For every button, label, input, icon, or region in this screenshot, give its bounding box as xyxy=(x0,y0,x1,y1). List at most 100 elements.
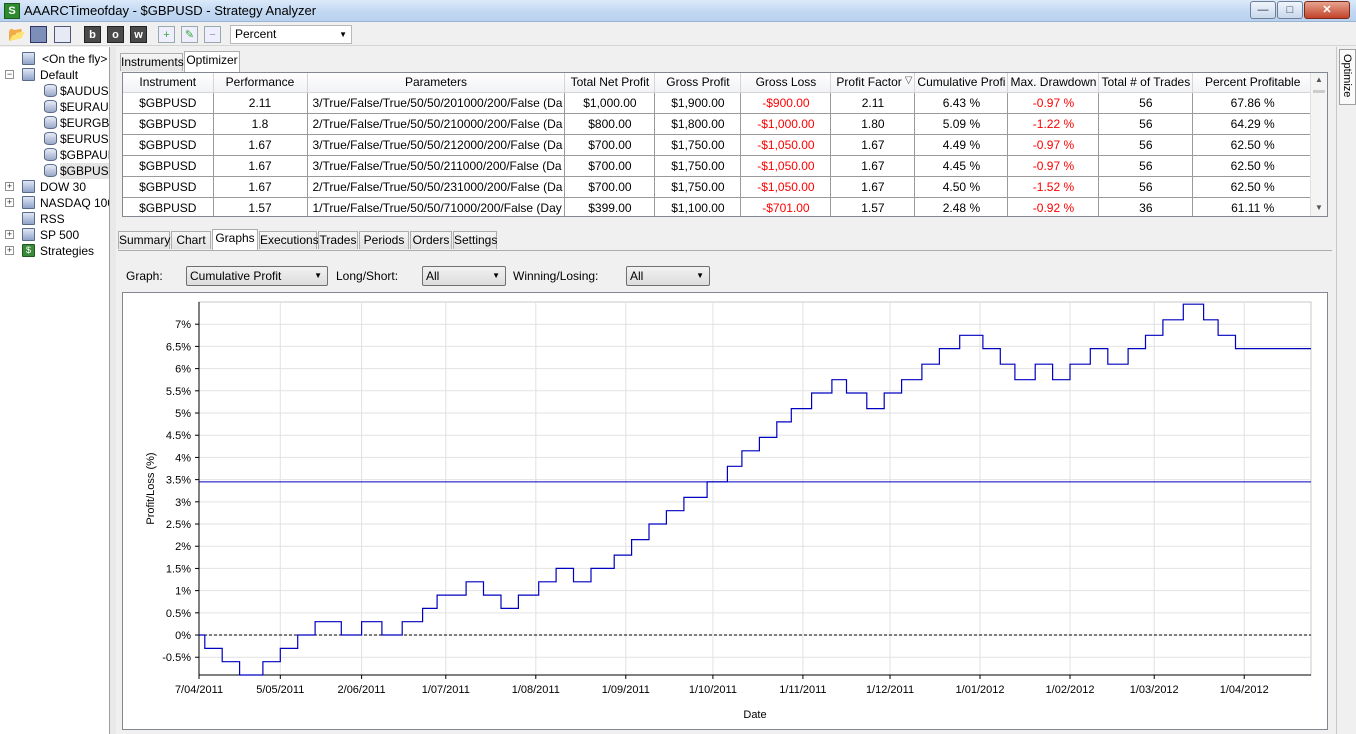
tab-periods[interactable]: Periods xyxy=(359,231,409,249)
view-mode-select[interactable]: Percent ▼ xyxy=(230,25,352,44)
x-tick-label: 2/06/2011 xyxy=(338,684,386,696)
x-tick-label: 1/09/2011 xyxy=(602,684,650,696)
table-cell: 1.57 xyxy=(213,197,308,216)
database-icon xyxy=(44,164,57,177)
table-row[interactable]: $GBPUSD 1.67 3/True/False/True/50/50/21200… xyxy=(123,134,1314,156)
view-mode-value: Percent xyxy=(235,27,277,41)
toolbar-o-button[interactable]: o xyxy=(107,26,124,43)
y-tick-label: -0.5% xyxy=(162,652,191,664)
column-header[interactable]: Profit Factor ▽ xyxy=(830,73,916,93)
table-row[interactable]: $GBPUSD 1.8 2/True/False/True/50/50/210000… xyxy=(123,113,1314,135)
expand-icon[interactable]: + xyxy=(5,230,14,239)
table-cell: 4.50 % xyxy=(914,176,1009,198)
column-header[interactable]: Cumulative Profi xyxy=(914,73,1009,93)
column-header[interactable]: Parameters xyxy=(307,73,566,93)
graph-select[interactable]: Cumulative Profit ▼ xyxy=(186,266,328,286)
column-header[interactable]: Performance xyxy=(213,73,308,93)
column-header[interactable]: Max. Drawdown xyxy=(1007,73,1100,93)
table-cell: 3/True/False/True/50/50/212000/200/False… xyxy=(307,134,566,156)
table-cell: $399.00 xyxy=(564,197,656,216)
column-header[interactable]: Total Net Profit xyxy=(564,73,656,93)
tab-summary[interactable]: Summary xyxy=(118,231,170,249)
tab-graphs[interactable]: Graphs xyxy=(212,229,258,250)
tab-executions[interactable]: Executions xyxy=(259,231,319,249)
table-cell: 1.8 xyxy=(213,113,308,135)
tab-orders[interactable]: Orders xyxy=(410,231,452,249)
y-axis-label: Profit/Loss (%) xyxy=(145,452,157,524)
tab-chart[interactable]: Chart xyxy=(171,231,211,249)
table-cell: -0.97 % xyxy=(1007,155,1100,177)
winlose-value: All xyxy=(630,269,644,283)
tree-item[interactable]: $EURAUD xyxy=(0,99,109,115)
tree-item-label: $EURUSD xyxy=(60,132,109,146)
longshort-select[interactable]: All ▼ xyxy=(422,266,506,286)
database-icon xyxy=(44,148,57,161)
tab-trades[interactable]: Trades xyxy=(318,231,358,249)
toolbar-w-button[interactable]: w xyxy=(130,26,147,43)
column-header[interactable]: Percent Profitable xyxy=(1192,73,1314,93)
tab-settings[interactable]: Settings xyxy=(453,231,497,249)
optimize-side-tab[interactable]: Optimize xyxy=(1339,49,1356,105)
tree-item[interactable]: $AUDUSD xyxy=(0,83,109,99)
add-icon[interactable]: + xyxy=(158,26,175,43)
tree-item[interactable]: $GBPUSD xyxy=(0,163,109,179)
table-cell: 56 xyxy=(1098,92,1194,114)
table-cell: $1,900.00 xyxy=(654,92,742,114)
chart-svg: -0.5% 0% 0.5% 1% 1.5% 2% 2.5% 3% 3.5% 4% 4.5% 5% 5.5… xyxy=(145,301,1312,721)
collapse-icon[interactable]: − xyxy=(5,70,14,79)
x-tick-label: 1/07/2011 xyxy=(422,684,470,696)
edit-icon[interactable]: ✎ xyxy=(181,26,198,43)
table-row[interactable]: $GBPUSD 2.11 3/True/False/True/50/50/20100… xyxy=(123,92,1314,114)
expand-icon[interactable]: + xyxy=(5,182,14,191)
tab-instruments[interactable]: Instruments xyxy=(120,53,184,71)
column-header-label: Instrument xyxy=(139,75,197,90)
table-row[interactable]: $GBPUSD 1.67 3/True/False/True/50/50/21100… xyxy=(123,155,1314,177)
table-cell: 2/True/False/True/50/50/210000/200/False… xyxy=(307,113,566,135)
remove-icon[interactable]: − xyxy=(204,26,221,43)
tree-item[interactable]: <On the fly> xyxy=(0,51,109,67)
tree-item-label: NASDAQ 100 xyxy=(40,196,110,210)
table-cell: $800.00 xyxy=(564,113,656,135)
column-header[interactable]: Total # of Trades xyxy=(1098,73,1194,93)
scroll-up-icon[interactable]: ▲ xyxy=(1315,75,1323,84)
table-cell: $1,750.00 xyxy=(654,134,742,156)
strategy-icon: $ xyxy=(22,244,35,257)
x-tick-label: 1/11/2011 xyxy=(779,684,826,696)
column-header[interactable]: Instrument xyxy=(123,73,214,93)
tree-item[interactable]: + DOW 30 xyxy=(0,179,109,195)
grid-scrollbar[interactable]: ▲ ▼ xyxy=(1310,73,1327,216)
minimize-button[interactable]: — xyxy=(1250,1,1276,19)
table-cell: $1,000.00 xyxy=(564,92,656,114)
save-icon[interactable] xyxy=(30,26,47,43)
tree-item[interactable]: $GBPAUD xyxy=(0,147,109,163)
table-row[interactable]: $GBPUSD 1.67 2/True/False/True/50/50/23100… xyxy=(123,176,1314,198)
close-button[interactable]: ✕ xyxy=(1304,1,1350,19)
plot-area xyxy=(198,301,1312,676)
expand-icon[interactable]: + xyxy=(5,198,14,207)
tree-item[interactable]: $EURGBP xyxy=(0,115,109,131)
table-cell: $1,800.00 xyxy=(654,113,742,135)
expand-icon[interactable]: + xyxy=(5,246,14,255)
table-row[interactable]: $GBPUSD 1.57 1/True/False/True/50/50/71000… xyxy=(123,197,1314,216)
maximize-button[interactable]: □ xyxy=(1277,1,1303,19)
table-cell: 62.50 % xyxy=(1192,134,1314,156)
column-header[interactable]: Gross Loss xyxy=(740,73,832,93)
scroll-thumb[interactable] xyxy=(1313,90,1325,93)
tree-item[interactable]: RSS xyxy=(0,211,109,227)
winlose-select[interactable]: All ▼ xyxy=(626,266,710,286)
tree-item-label: $GBPAUD xyxy=(60,148,109,162)
scroll-down-icon[interactable]: ▼ xyxy=(1315,203,1323,212)
table-cell: 61.11 % xyxy=(1192,197,1314,216)
print-icon[interactable] xyxy=(54,26,71,43)
table-cell: -$900.00 xyxy=(740,92,832,114)
table-cell: $700.00 xyxy=(564,155,656,177)
tree-item[interactable]: + NASDAQ 100 xyxy=(0,195,110,211)
toolbar-b-button[interactable]: b xyxy=(84,26,101,43)
column-header[interactable]: Gross Profit xyxy=(654,73,742,93)
tree-item[interactable]: − Default xyxy=(0,67,109,83)
tab-optimizer[interactable]: Optimizer xyxy=(184,51,240,72)
tree-item[interactable]: + SP 500 xyxy=(0,227,109,243)
tree-item[interactable]: + $ Strategies xyxy=(0,243,109,259)
open-folder-icon[interactable]: 📂 xyxy=(8,26,25,43)
tree-item[interactable]: $EURUSD xyxy=(0,131,109,147)
